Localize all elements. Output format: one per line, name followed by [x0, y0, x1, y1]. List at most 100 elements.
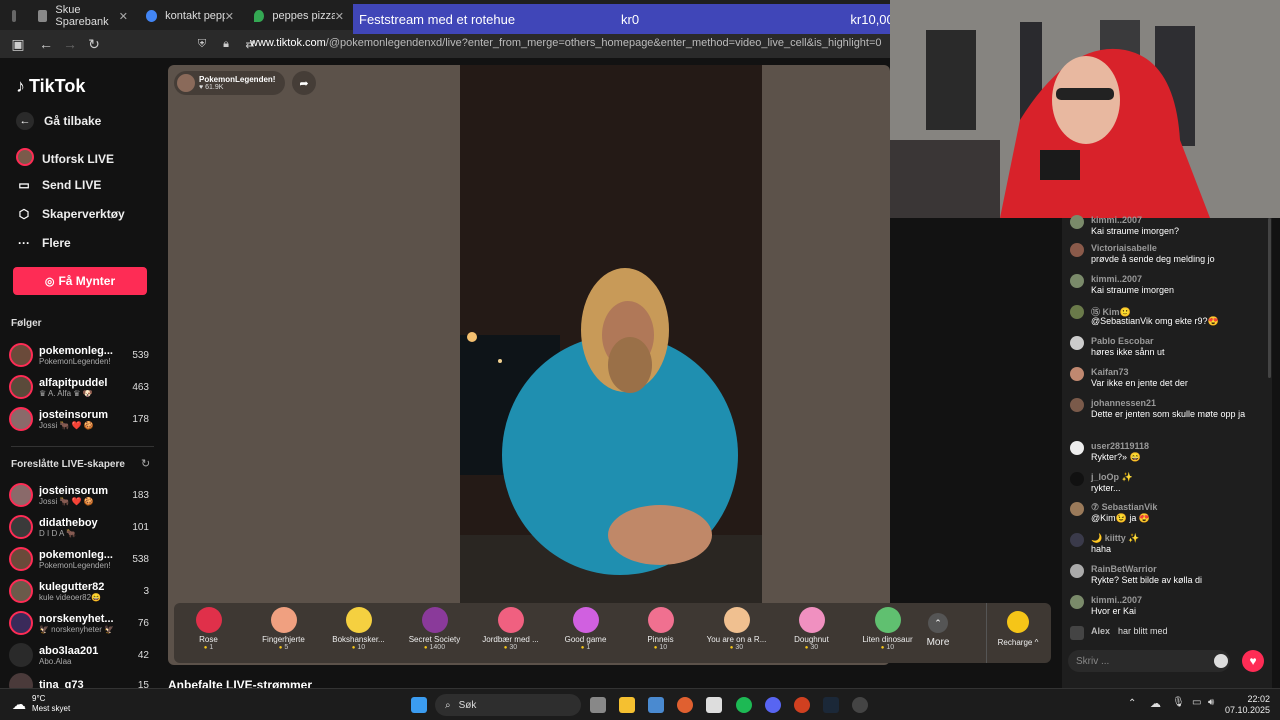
live-video[interactable]	[460, 65, 762, 603]
avatar	[9, 611, 33, 635]
host-info-chip[interactable]: PokemonLegenden! ♥ 61.9K	[174, 71, 286, 95]
chat-user[interactable]: Pablo Escobar	[1091, 336, 1154, 346]
chat-user[interactable]: Alex	[1091, 626, 1110, 636]
chat-input[interactable]: Skriv ...	[1068, 650, 1230, 672]
reload-icon[interactable]: ↻	[82, 36, 106, 53]
gift-item[interactable]: Good game1	[548, 605, 623, 651]
nav-item-send-live[interactable]: ▭ Send LIVE	[16, 178, 101, 192]
gift-price: 5	[246, 644, 321, 651]
address-bar[interactable]: www.tiktok.com/@pokemonlegendenxd/live?e…	[250, 37, 882, 49]
nav-item-creator-tools[interactable]: ⬡ Skaperverktøy	[16, 207, 125, 221]
gift-item[interactable]: Secret Society1400	[397, 605, 472, 651]
gift-item[interactable]: You are on a R...30	[699, 605, 774, 651]
following-item[interactable]: josteinsorum Jossi 🐂 ❤️ 🍪 178	[9, 404, 154, 434]
get-coins-label: Få Mynter	[58, 274, 116, 288]
chat-user[interactable]: 🌙 kiitty ✨	[1091, 533, 1139, 544]
ea-icon[interactable]	[794, 697, 810, 713]
gift-item[interactable]: Doughnut30	[774, 605, 849, 651]
obs-icon[interactable]	[852, 697, 868, 713]
more-gifts-button[interactable]: ⌃ More	[916, 605, 960, 648]
suggested-item[interactable]: norskenyhet... 🦅 norskenyheter 🦅 76	[9, 608, 154, 638]
chat-input-placeholder: Skriv ...	[1076, 655, 1110, 667]
nav-item-more[interactable]: ··· Flere	[16, 236, 71, 250]
share-icon[interactable]: ➦	[292, 71, 316, 95]
gift-price: 1400	[397, 644, 472, 651]
spotify-icon[interactable]	[736, 697, 752, 713]
gift-item[interactable]: Jordbær med ...30	[473, 605, 548, 651]
tab-overview-icon[interactable]	[6, 4, 30, 28]
chat-user[interactable]: Victoriaisabelle	[1091, 243, 1157, 253]
chat-user[interactable]: kimmi..2007	[1091, 274, 1142, 284]
suggested-item[interactable]: abo3laa201 Abo.Alaa 42	[9, 640, 154, 670]
onedrive-icon[interactable]: ☁	[1150, 697, 1161, 710]
webcam-overlay	[890, 0, 1280, 218]
system-clock[interactable]: 22:02 07.10.2025	[1225, 694, 1270, 716]
close-icon[interactable]: ✕	[225, 10, 234, 23]
chat-user[interactable]: johannessen21	[1091, 398, 1156, 408]
get-coins-button[interactable]: ◎ Få Mynter	[13, 267, 147, 295]
goal-current: kr0	[621, 11, 640, 27]
live-stream-player[interactable]: PokemonLegenden! ♥ 61.9K ➦	[168, 65, 890, 665]
taskbar-search[interactable]: ⌕ Søk	[435, 694, 581, 716]
suggested-item[interactable]: pokemonleg... PokemonLegenden! 538	[9, 544, 154, 574]
browser-tab-1[interactable]: Skue Sparebank ✕	[32, 4, 134, 28]
recharge-button[interactable]: Recharge ^	[992, 605, 1044, 647]
chevron-up-icon[interactable]: ⌃	[1128, 698, 1136, 709]
weather-widget[interactable]: ☁ 9°C Mest skyet	[12, 694, 70, 714]
speaker-icon[interactable]: 🔊︎	[1208, 697, 1214, 708]
nav-item-explore-live[interactable]: Utforsk LIVE	[16, 148, 114, 169]
task-view-icon[interactable]	[590, 697, 606, 713]
gift-name: Pinneis	[647, 635, 674, 644]
photos-icon[interactable]	[648, 697, 664, 713]
clock-time: 22:02	[1247, 694, 1270, 704]
chat-user[interactable]: Kaifan73	[1091, 367, 1129, 377]
chat-user[interactable]: user28119118	[1091, 441, 1149, 451]
back-icon[interactable]: ←	[34, 36, 58, 52]
microphone-icon[interactable]: 🎙︎	[1172, 697, 1185, 708]
divider	[11, 446, 154, 447]
firefox-icon[interactable]	[677, 697, 693, 713]
following-item[interactable]: pokemonleg... PokemonLegenden! 539	[9, 340, 154, 370]
gift-item[interactable]: Bokshansker...10	[321, 605, 396, 651]
chat-user[interactable]: j_loOp ✨	[1091, 472, 1133, 483]
suggested-item[interactable]: josteinsorum Jossi 🐂 ❤️ 🍪 183	[9, 480, 154, 510]
avatar	[9, 483, 33, 507]
windows-start-icon[interactable]	[411, 697, 427, 713]
divider	[986, 603, 987, 663]
creator-subtitle: D I D A 🐂	[39, 528, 77, 538]
sidebar-toggle-icon[interactable]: ▣	[6, 36, 30, 53]
back-link[interactable]: ← Gå tilbake	[16, 112, 101, 130]
following-item[interactable]: alfapitpuddel ♛ A. Alfa ♛ 🐶 463	[9, 372, 154, 402]
file-explorer-icon[interactable]	[619, 697, 635, 713]
gift-item[interactable]: Liten dinosaur10	[850, 605, 925, 651]
network-icon[interactable]: ▭	[1192, 697, 1201, 708]
refresh-icon[interactable]: ↻	[141, 457, 150, 470]
chat-user[interactable]: RainBetWarrior	[1091, 564, 1157, 574]
app-icon[interactable]	[706, 697, 722, 713]
forward-icon[interactable]: →	[58, 36, 82, 52]
browser-tab-3[interactable]: peppes pizza - Goo ✕	[248, 4, 350, 28]
suggested-item[interactable]: didatheboy D I D A 🐂 101	[9, 512, 154, 542]
steam-icon[interactable]	[823, 697, 839, 713]
finger-heart-icon	[270, 607, 297, 633]
shield-icon[interactable]: ⛨	[190, 38, 214, 51]
chat-scrollbar[interactable]	[1268, 218, 1271, 378]
chat-user[interactable]: ⑦ SebastianVik	[1091, 502, 1157, 513]
chat-user[interactable]: kimmi..2007	[1091, 215, 1142, 225]
chat-text: har blitt med	[1118, 626, 1168, 636]
heart-icon[interactable]: ♥	[1242, 650, 1264, 672]
browser-tab-2[interactable]: kontakt peppes bes ✕	[140, 4, 240, 28]
gift-item[interactable]: Rose1	[171, 605, 246, 651]
nav-item-label: Send LIVE	[42, 178, 102, 192]
suggested-item[interactable]: kulegutter82 kule videoer82😄 3	[9, 576, 154, 606]
gift-item[interactable]: Pinneis10	[623, 605, 698, 651]
tiktok-logo[interactable]: ♪ TikTok	[16, 76, 85, 97]
suggested-item[interactable]: tina_g73 15	[9, 670, 154, 688]
discord-icon[interactable]	[765, 697, 781, 713]
chat-user[interactable]: kimmi..2007	[1091, 595, 1142, 605]
close-icon[interactable]: ✕	[119, 10, 128, 23]
emoji-icon[interactable]	[1214, 654, 1228, 668]
close-icon[interactable]: ✕	[335, 10, 344, 23]
gift-item[interactable]: Fingerhjerte5	[246, 605, 321, 651]
lock-icon[interactable]: 🔒︎	[214, 38, 238, 51]
